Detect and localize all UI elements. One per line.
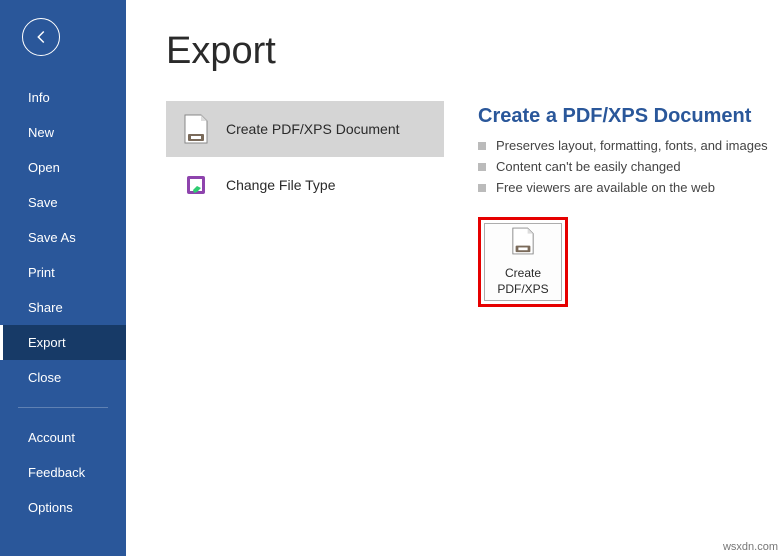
pdf-document-icon: [182, 115, 210, 143]
sidebar-divider: [18, 407, 108, 408]
bullet-text: Preserves layout, formatting, fonts, and…: [496, 138, 768, 153]
bullet-item: Free viewers are available on the web: [478, 180, 784, 195]
sidebar-item-save-as[interactable]: Save As: [0, 220, 126, 255]
option-label: Create PDF/XPS Document: [226, 121, 400, 137]
detail-bullets: Preserves layout, formatting, fonts, and…: [478, 138, 784, 195]
sidebar-item-open[interactable]: Open: [0, 150, 126, 185]
backstage-sidebar: Info New Open Save Save As Print Share E…: [0, 0, 126, 556]
sidebar-item-options[interactable]: Options: [0, 490, 126, 525]
sidebar-item-export[interactable]: Export: [0, 325, 126, 360]
highlighted-action-frame: Create PDF/XPS: [478, 217, 568, 307]
create-pdf-xps-button[interactable]: Create PDF/XPS: [484, 223, 562, 301]
pdf-document-icon: [511, 227, 535, 260]
watermark: wsxdn.com: [723, 541, 778, 553]
content-row: Create PDF/XPS Document Change File Type…: [166, 101, 784, 307]
sidebar-item-print[interactable]: Print: [0, 255, 126, 290]
page-title: Export: [166, 30, 784, 73]
sidebar-item-info[interactable]: Info: [0, 80, 126, 115]
sidebar-item-save[interactable]: Save: [0, 185, 126, 220]
back-arrow-icon: [32, 28, 50, 46]
export-options-column: Create PDF/XPS Document Change File Type: [166, 101, 444, 307]
bullet-icon: [478, 184, 486, 192]
back-button[interactable]: [22, 18, 60, 56]
sidebar-item-close[interactable]: Close: [0, 360, 126, 395]
detail-title: Create a PDF/XPS Document: [478, 105, 784, 128]
option-create-pdf-xps[interactable]: Create PDF/XPS Document: [166, 101, 444, 157]
sidebar-item-new[interactable]: New: [0, 115, 126, 150]
option-change-file-type[interactable]: Change File Type: [166, 157, 444, 213]
action-button-label: Create PDF/XPS: [485, 266, 561, 297]
main-panel: Export Create PDF/XPS Document Change Fi…: [126, 0, 784, 556]
bullet-text: Free viewers are available on the web: [496, 180, 715, 195]
change-file-type-icon: [182, 171, 210, 199]
option-label: Change File Type: [226, 177, 335, 193]
sidebar-item-account[interactable]: Account: [0, 420, 126, 455]
bullet-item: Preserves layout, formatting, fonts, and…: [478, 138, 784, 153]
bullet-icon: [478, 163, 486, 171]
sidebar-item-feedback[interactable]: Feedback: [0, 455, 126, 490]
export-detail-column: Create a PDF/XPS Document Preserves layo…: [478, 101, 784, 307]
sidebar-item-share[interactable]: Share: [0, 290, 126, 325]
bullet-text: Content can't be easily changed: [496, 159, 681, 174]
bullet-item: Content can't be easily changed: [478, 159, 784, 174]
bullet-icon: [478, 142, 486, 150]
